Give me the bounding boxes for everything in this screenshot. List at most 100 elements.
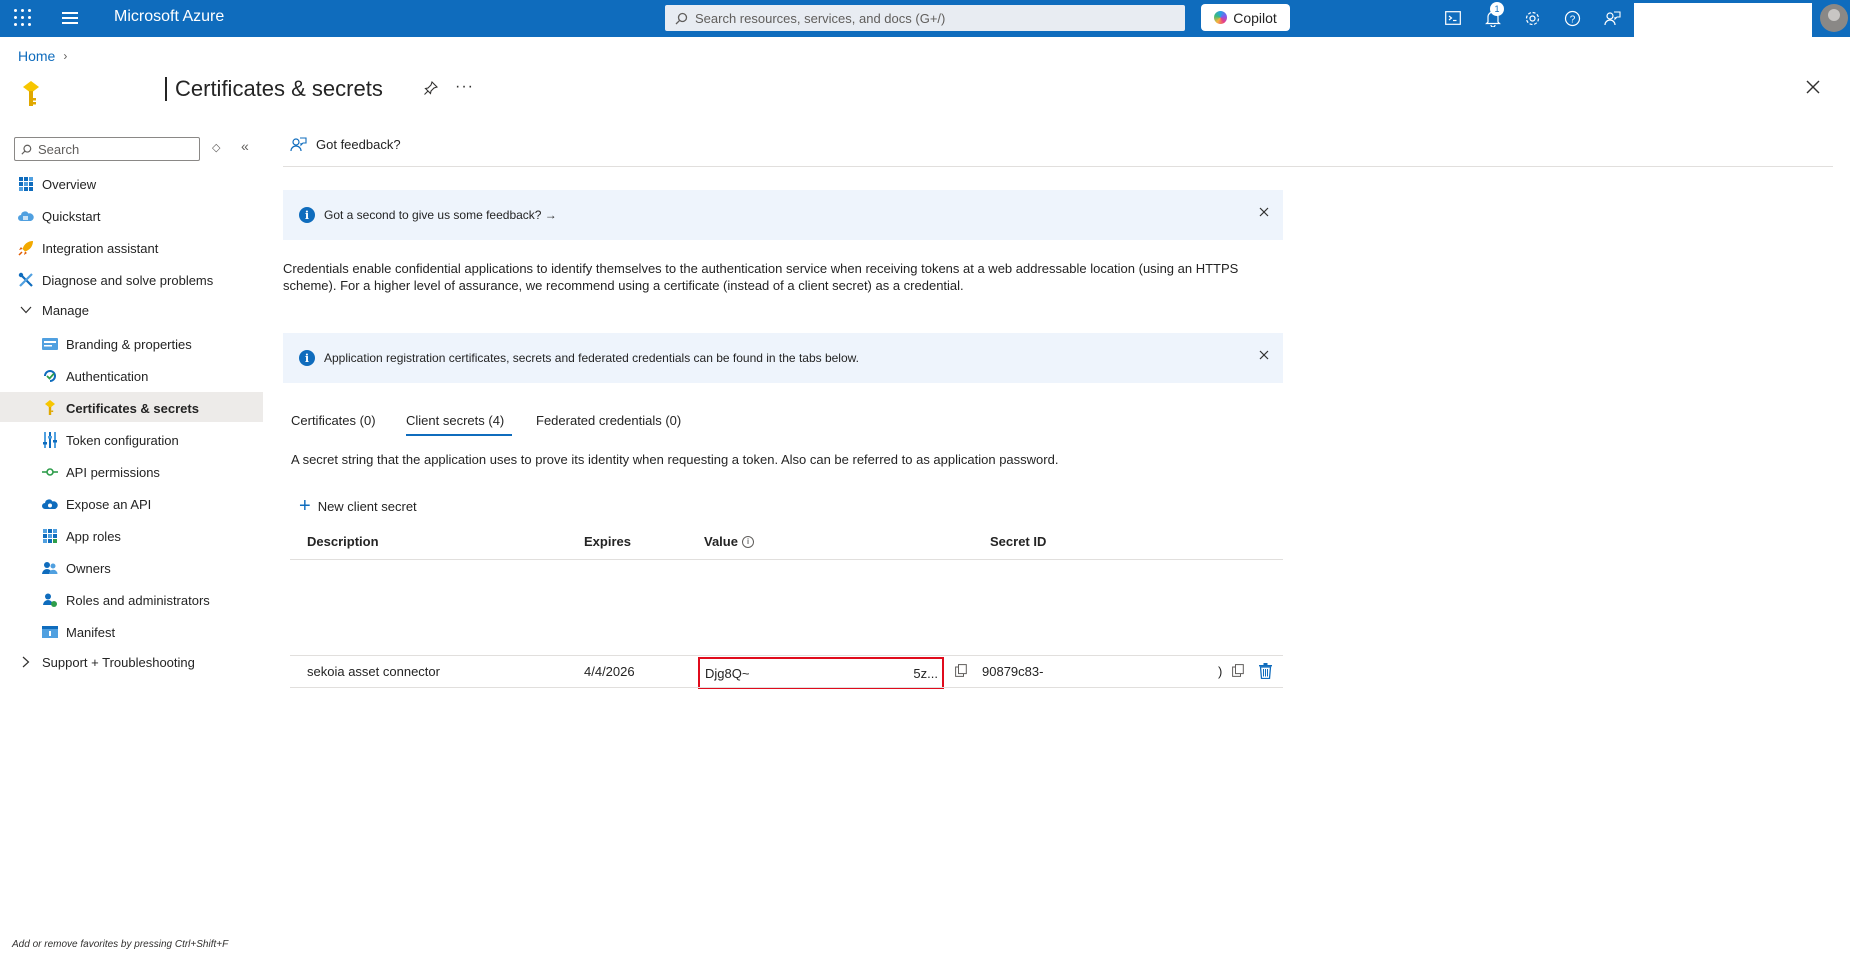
new-client-secret-button[interactable]: + New client secret (299, 495, 417, 517)
global-search-placeholder: Search resources, services, and docs (G+… (695, 10, 946, 26)
sidebar-item-branding[interactable]: Branding & properties (42, 330, 192, 358)
sidebar-search-input[interactable]: Search (14, 137, 200, 161)
cloud-shell-icon[interactable] (1443, 8, 1463, 28)
info-icon: i (299, 207, 315, 223)
sidebar-item-authentication[interactable]: Authentication (42, 362, 148, 390)
settings-gear-icon[interactable] (1522, 8, 1542, 28)
title-separator (165, 77, 167, 101)
close-icon[interactable] (1806, 80, 1820, 94)
secret-id-cell: 90879c83- (982, 664, 1044, 679)
token-bars-icon (42, 432, 58, 448)
delete-trash-icon[interactable] (1259, 663, 1272, 679)
favorites-hint: Add or remove favorites by pressing Ctrl… (12, 939, 229, 950)
sidebar-item-label: Support + Troubleshooting (42, 654, 195, 670)
secret-description-cell: sekoia asset connector (307, 664, 440, 679)
close-icon[interactable] (1259, 207, 1269, 217)
sidebar-item-integration-assistant[interactable]: Integration assistant (18, 234, 158, 262)
search-icon (21, 144, 32, 155)
page-title: Certificates & secrets (165, 76, 383, 102)
branding-card-icon (42, 336, 58, 352)
sidebar-item-label: Token configuration (66, 432, 179, 448)
column-header-value: Value i (704, 534, 754, 549)
column-header-expires: Expires (584, 534, 631, 549)
global-search-input[interactable]: Search resources, services, and docs (G+… (665, 5, 1185, 31)
sidebar-item-quickstart[interactable]: Quickstart (18, 202, 101, 230)
sidebar-group-support[interactable]: Support + Troubleshooting (18, 648, 195, 676)
sidebar-item-roles-admins[interactable]: Roles and administrators (42, 586, 210, 614)
sidebar-item-label: Expose an API (66, 496, 152, 512)
sidebar-item-expose-api[interactable]: Expose an API (42, 490, 151, 518)
sidebar-item-diagnose[interactable]: Diagnose and solve problems (18, 266, 213, 294)
plus-icon: + (299, 495, 311, 517)
copy-secret-id-icon[interactable] (1232, 664, 1244, 677)
pin-icon[interactable] (423, 80, 439, 96)
feedback-info-banner: i Got a second to give us some feedback?… (283, 190, 1283, 240)
sidebar-item-label: Manage (42, 302, 89, 318)
secret-value-start: Djg8Q~ (705, 665, 750, 681)
expose-api-cloud-icon (42, 496, 58, 512)
secret-id-cell-end: ) (1218, 664, 1223, 679)
tab-client-secrets[interactable]: Client secrets (4) (406, 413, 504, 428)
sidebar-item-label: Authentication (66, 368, 149, 384)
sidebar-item-api-permissions[interactable]: API permissions (42, 458, 160, 486)
sidebar-item-label: App roles (66, 528, 121, 544)
tabs-info-text: Application registration certificates, s… (324, 351, 859, 365)
collapse-sidebar-icon[interactable]: « (241, 138, 249, 154)
header-divider (290, 559, 1283, 560)
sidebar-item-certificates-secrets[interactable]: Certificates & secrets (42, 394, 199, 422)
feedback-info-link[interactable]: Got a second to give us some feedback? → (324, 208, 557, 222)
column-header-secret-id: Secret ID (990, 534, 1047, 549)
app-roles-grid-icon (42, 528, 58, 544)
help-icon[interactable]: ? (1562, 8, 1582, 28)
chevron-right-icon (18, 654, 34, 670)
avatar[interactable] (1820, 4, 1848, 32)
rocket-icon (18, 240, 34, 256)
portal-menu-icon[interactable] (62, 12, 78, 24)
feedback-icon (290, 137, 307, 152)
row-divider-top (290, 655, 1283, 656)
sidebar-item-label: Quickstart (42, 208, 101, 224)
sidebar-search-placeholder: Search (38, 141, 80, 157)
sidebar-item-label: Certificates & secrets (66, 400, 199, 416)
sidebar-group-manage[interactable]: Manage (18, 296, 89, 324)
info-icon: i (299, 350, 315, 366)
app-launcher-icon[interactable] (14, 9, 32, 27)
close-icon[interactable] (1259, 350, 1269, 360)
owners-people-icon (42, 560, 58, 576)
secret-expires-cell: 4/4/2026 (584, 664, 635, 679)
secret-value-cell[interactable]: Djg8Q~ 5z... (698, 657, 944, 689)
tab-certificates[interactable]: Certificates (0) (291, 413, 376, 428)
brand-title[interactable]: Microsoft Azure (114, 8, 224, 26)
copilot-button[interactable]: Copilot (1201, 4, 1290, 31)
sidebar-item-label: Overview (42, 176, 97, 192)
account-panel[interactable] (1634, 3, 1812, 37)
sidebar-item-manifest[interactable]: Manifest (42, 618, 115, 646)
feedback-icon[interactable] (1602, 8, 1622, 28)
copy-value-icon[interactable] (955, 664, 967, 677)
active-tab-indicator (406, 434, 512, 436)
sidebar-item-token-configuration[interactable]: Token configuration (42, 426, 179, 454)
chevron-right-icon: › (63, 49, 68, 63)
sort-toggle-icon[interactable]: ◇ (212, 141, 220, 154)
sidebar-item-label: Integration assistant (42, 240, 159, 256)
key-icon (23, 81, 39, 106)
copilot-label: Copilot (1233, 9, 1277, 26)
tab-federated-credentials[interactable]: Federated credentials (0) (536, 413, 681, 428)
overview-grid-icon (18, 176, 34, 192)
client-secrets-description: A secret string that the application use… (291, 452, 1059, 467)
feedback-button[interactable]: Got feedback? (290, 136, 401, 153)
key-icon (42, 400, 58, 416)
row-divider-bottom (290, 687, 1283, 688)
info-icon[interactable]: i (741, 535, 754, 548)
sidebar-item-overview[interactable]: Overview (18, 170, 96, 198)
copilot-icon (1214, 11, 1228, 24)
sidebar-item-label: Owners (66, 560, 111, 576)
sidebar-item-app-roles[interactable]: App roles (42, 522, 121, 550)
more-options-icon[interactable]: ··· (455, 78, 474, 96)
sidebar-item-owners[interactable]: Owners (42, 554, 111, 582)
new-client-secret-label: New client secret (317, 498, 417, 514)
api-permissions-icon (42, 464, 58, 480)
top-bar: Microsoft Azure Search resources, servic… (0, 0, 1850, 37)
breadcrumb-home[interactable]: Home (18, 48, 55, 64)
secret-value-end: 5z... (913, 665, 938, 681)
